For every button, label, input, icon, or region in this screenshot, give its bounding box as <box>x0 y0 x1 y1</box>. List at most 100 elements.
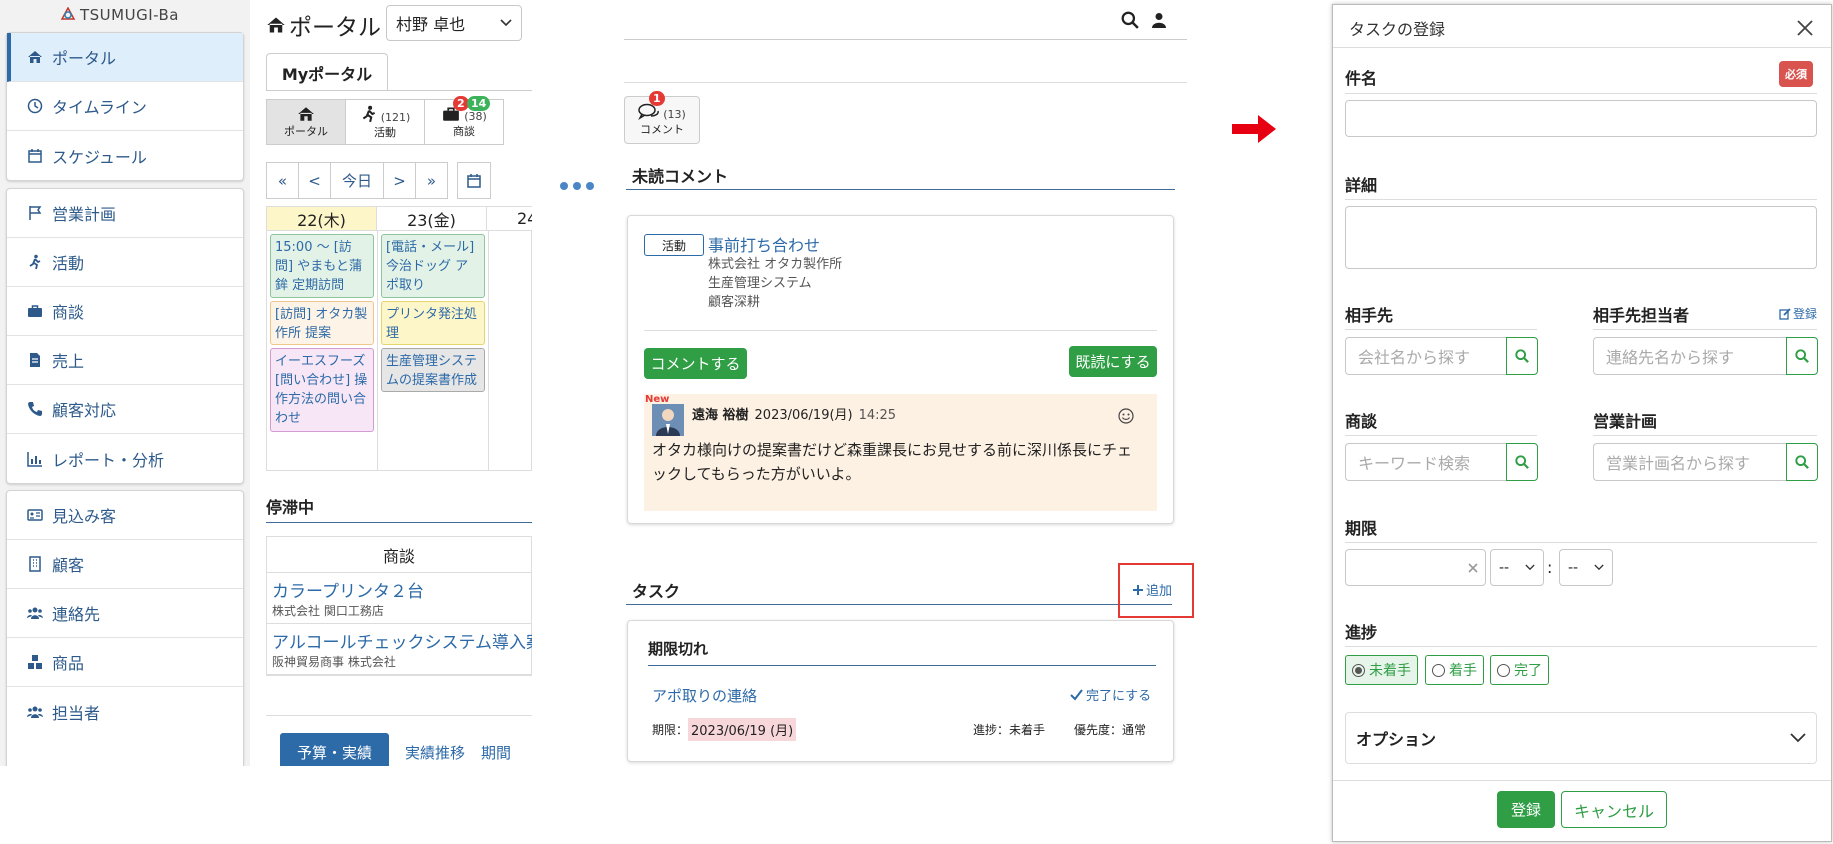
modal-title: タスクの登録 <box>1349 20 1446 39</box>
icon-tab-activity[interactable]: (121) 活動 <box>345 99 425 145</box>
app-logo-text: TSUMUGI-Ba <box>80 6 179 24</box>
running-icon <box>362 105 375 123</box>
due-date-input[interactable] <box>1345 549 1486 586</box>
task-register-modal: タスクの登録 件名 必須 詳細 相手先 会社名から探す 相手先担当者 登録 連絡… <box>1332 4 1832 842</box>
cancel-button[interactable]: キャンセル <box>1561 791 1667 828</box>
sidebar-item-deals[interactable]: 商談 <box>7 287 243 336</box>
sidebar-item-label: 活動 <box>52 254 85 273</box>
progress-option-done[interactable]: 完了 <box>1490 655 1549 685</box>
table-row[interactable]: アルコールチェックシステム導入案件 阪神貿易商事 株式会社 <box>267 624 532 675</box>
sidebar-item-reports[interactable]: レポート・分析 <box>7 434 243 483</box>
sidebar-item-sales-plan[interactable]: 営業計画 <box>7 189 243 238</box>
complete-task-button[interactable]: 完了にする <box>1070 685 1151 704</box>
calendar-event[interactable]: プリンタ発注処理 <box>381 301 485 345</box>
nav-first-button[interactable]: « <box>266 162 299 199</box>
tab-period[interactable]: 期間 <box>481 733 511 766</box>
deals-green-badge: 14 <box>467 96 491 111</box>
user-icon[interactable] <box>1151 11 1167 29</box>
nav-prev-button[interactable]: < <box>298 162 331 199</box>
contact-search-input[interactable]: 連絡先名から探す <box>1593 337 1786 375</box>
contact-search-button[interactable] <box>1786 337 1818 375</box>
section-divider <box>648 665 1156 666</box>
subject-input[interactable] <box>1345 100 1817 137</box>
chevron-down-icon <box>1594 564 1604 571</box>
modal-footer-divider <box>1333 780 1831 781</box>
due-hour-select[interactable]: -- <box>1490 549 1544 586</box>
plan-search-button[interactable] <box>1786 443 1818 481</box>
nav-today-button[interactable]: 今日 <box>330 162 384 199</box>
subject-label: 件名 <box>1345 69 1378 88</box>
progress-option-not-started[interactable]: 未着手 <box>1345 655 1418 685</box>
radio-checked-icon <box>1352 663 1365 677</box>
sidebar-item-label: 見込み客 <box>52 507 117 526</box>
deal-search-button[interactable] <box>1506 443 1538 481</box>
calendar-event[interactable]: 生産管理システムの提案書作成 <box>381 348 485 392</box>
nav-last-button[interactable]: » <box>415 162 448 199</box>
sidebar-group-master: 見込み客 顧客 連絡先 商品 担当者 <box>6 490 244 766</box>
sidebar-item-staff[interactable]: 担当者 <box>7 687 243 736</box>
calendar-event[interactable]: [電話・メール] 今治ドッグ アポ取り <box>381 234 485 298</box>
calendar-event[interactable]: [訪問] オタカ製作所 提案 <box>270 301 374 345</box>
activity-title-link[interactable]: 事前打ち合わせ <box>708 232 820 256</box>
field-divider <box>1345 199 1817 200</box>
smile-icon[interactable] <box>1118 408 1134 424</box>
contact-register-link[interactable]: 登録 <box>1779 305 1817 322</box>
user-select[interactable]: 村野 卓也 <box>386 5 522 41</box>
deal-link[interactable]: アルコールチェックシステム導入案件 <box>272 628 532 653</box>
portal-icon-tabs: ポータル (121) 活動 2 14 (38) 商談 <box>266 96 504 145</box>
comment-tab-button[interactable]: 1 (13) コメント <box>624 91 700 144</box>
icon-tab-deals[interactable]: 2 14 (38) 商談 <box>424 96 504 145</box>
avatar <box>652 404 684 436</box>
deal-link[interactable]: カラープリンタ２台 <box>272 577 526 602</box>
detail-textarea[interactable] <box>1345 206 1817 269</box>
partner-search-button[interactable] <box>1506 337 1538 375</box>
app-logo[interactable]: TSUMUGI-Ba <box>60 6 179 24</box>
sidebar-item-products[interactable]: 商品 <box>7 638 243 687</box>
close-icon[interactable] <box>1796 19 1814 37</box>
calendar-header: 22(木) 23(金) 24 <box>266 206 532 231</box>
plan-search-input[interactable]: 営業計画名から探す <box>1593 443 1786 481</box>
icon-tab-portal[interactable]: ポータル <box>266 99 346 145</box>
calendar-body: 15:00 ～ [訪問] やまもと蒲鉾 定期訪問 [訪問] オタカ製作所 提案 … <box>266 231 532 471</box>
sidebar-item-prospects[interactable]: 見込み客 <box>7 491 243 540</box>
activity-tag: 活動 <box>644 234 704 256</box>
section-divider <box>266 715 532 716</box>
tsumugi-logo-icon <box>60 7 76 20</box>
calendar-event[interactable]: イーエスフーズ [問い合わせ] 操作方法の問い合わせ <box>270 348 374 432</box>
sidebar-item-label: 商品 <box>52 654 85 673</box>
deal-search-input[interactable]: キーワード検索 <box>1345 443 1506 481</box>
table-row[interactable]: カラープリンタ２台 株式会社 関口工務店 <box>267 573 531 624</box>
nav-next-button[interactable]: > <box>383 162 416 199</box>
edit-icon <box>1779 307 1791 320</box>
tab-actual-trend[interactable]: 実績推移 <box>389 733 481 766</box>
due-minute-select[interactable]: -- <box>1559 549 1613 586</box>
submit-button[interactable]: 登録 <box>1497 791 1555 828</box>
partner-search-input[interactable]: 会社名から探す <box>1345 337 1506 375</box>
calendar-icon <box>28 148 42 163</box>
option-accordion[interactable]: オプション <box>1345 712 1817 764</box>
add-comment-button[interactable]: コメントする <box>644 348 747 379</box>
calendar-event[interactable]: 15:00 ～ [訪問] やまもと蒲鉾 定期訪問 <box>270 234 374 298</box>
contact-search: 連絡先名から探す <box>1593 337 1818 375</box>
activity-details: 株式会社 オタカ製作所 生産管理システム 顧客深耕 <box>708 255 842 312</box>
search-icon <box>1515 455 1529 469</box>
sidebar-item-contacts[interactable]: 連絡先 <box>7 589 243 638</box>
mark-read-button[interactable]: 既読にする <box>1069 346 1157 377</box>
sidebar-item-customers[interactable]: 顧客 <box>7 540 243 589</box>
calendar-picker-button[interactable] <box>457 162 491 199</box>
progress-option-started[interactable]: 着手 <box>1425 655 1484 685</box>
sidebar-item-label: タイムライン <box>52 98 147 117</box>
sidebar-item-portal[interactable]: ポータル <box>7 33 243 82</box>
sidebar-item-sales[interactable]: 売上 <box>7 336 243 385</box>
sidebar-item-activity[interactable]: 活動 <box>7 238 243 287</box>
clear-icon[interactable] <box>1468 563 1478 573</box>
tab-budget-actual[interactable]: 予算・実績 <box>280 733 390 766</box>
sidebar-item-schedule[interactable]: スケジュール <box>7 131 243 180</box>
search-icon[interactable] <box>1121 11 1139 29</box>
sidebar-item-support[interactable]: 顧客対応 <box>7 385 243 434</box>
tab-my-portal[interactable]: Myポータル <box>266 53 388 91</box>
add-task-button[interactable]: 追加 <box>1132 580 1172 599</box>
sidebar-item-timeline[interactable]: タイムライン <box>7 82 243 131</box>
field-divider <box>1593 329 1817 330</box>
task-name-link[interactable]: アポ取りの連絡 <box>652 685 757 706</box>
